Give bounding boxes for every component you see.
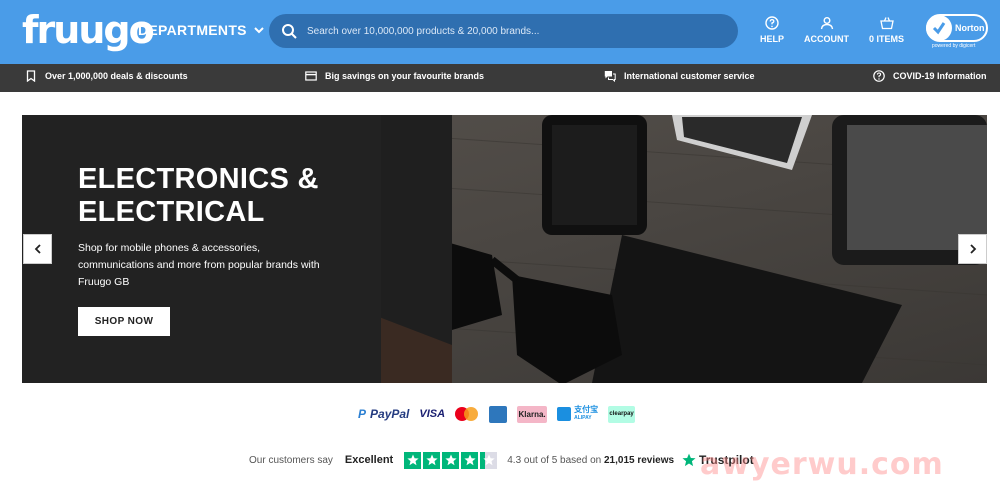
alipay-label: 支付宝 [574, 405, 599, 414]
paypal-p-icon: P [358, 407, 367, 421]
carousel-next-button[interactable] [958, 234, 987, 264]
departments-label: DEPARTMENTS [138, 22, 247, 38]
user-icon [820, 17, 833, 30]
star-icon [423, 451, 441, 469]
star-half-icon [480, 451, 498, 469]
info-item-deals[interactable]: Over 1,000,000 deals & discounts [25, 70, 188, 82]
hero-description: Shop for mobile phones & accessories, co… [78, 242, 320, 288]
hero-banner: ELECTRONICS & ELECTRICAL Shop for mobile… [22, 115, 987, 383]
help-link[interactable]: HELP [760, 16, 784, 44]
help-label: HELP [760, 34, 785, 44]
paypal-logo: P PayPal [358, 406, 409, 423]
info-item-covid[interactable]: COVID-19 Information [873, 70, 987, 82]
trust-reviews: 21,015 reviews [603, 454, 675, 466]
amex-logo [489, 405, 508, 423]
account-label: ACCOUNT [804, 34, 849, 44]
alipay-logo: 支付宝 ALIPAY [557, 406, 598, 423]
info-label: International customer service [624, 71, 755, 81]
star-icon [461, 451, 479, 469]
watermark: awyerwu.com [700, 447, 944, 482]
norton-sub: powered by digicert [932, 43, 976, 49]
search-icon[interactable] [281, 23, 297, 39]
clearpay-logo: clearpay [608, 405, 636, 423]
alipay-sub: ALIPAY [574, 415, 592, 421]
trust-verdict: Excellent [344, 454, 394, 466]
fruugo-logo[interactable]: fruugo [22, 6, 155, 54]
trustpilot-widget[interactable]: Our customers say Excellent 4.3 out of 5… [249, 450, 754, 470]
checkmark-icon [926, 15, 952, 41]
info-label: COVID-19 Information [893, 71, 987, 81]
chat-icon [604, 71, 616, 82]
card-icon [305, 71, 317, 81]
departments-menu[interactable]: DEPARTMENTS [138, 22, 265, 38]
trust-intro: Our customers say [249, 454, 333, 466]
trust-score-text: 4.3 out of 5 based on [507, 454, 602, 466]
help-icon [765, 16, 779, 30]
trustpilot-star-icon [682, 453, 696, 467]
chevron-down-icon [254, 27, 264, 34]
question-icon [873, 70, 885, 82]
mastercard-logo [455, 406, 479, 423]
trust-score: 4.3 out of 5 based on 21,015 reviews [507, 455, 674, 466]
chevron-right-icon [969, 244, 976, 254]
info-label: Big savings on your favourite brands [325, 71, 485, 81]
info-item-savings[interactable]: Big savings on your favourite brands [305, 70, 484, 82]
basket-label: 0 ITEMS [869, 34, 905, 44]
basket-link[interactable]: 0 ITEMS [869, 16, 904, 44]
star-icon [442, 451, 460, 469]
search-bar [269, 14, 738, 48]
paypal-label: PayPal [370, 407, 410, 421]
norton-badge[interactable]: Norton powered by digicert [926, 14, 988, 49]
info-label: Over 1,000,000 deals & discounts [45, 71, 188, 81]
info-bar: Over 1,000,000 deals & discounts Big sav… [0, 64, 1000, 92]
basket-icon [879, 17, 894, 30]
rating-stars [404, 451, 498, 469]
norton-label: Norton [955, 23, 985, 33]
klarna-logo: Klarna. [517, 405, 548, 423]
account-link[interactable]: ACCOUNT [804, 16, 849, 44]
site-header: fruugo DEPARTMENTS HELP ACCOUNT 0 ITEMS … [0, 0, 1000, 64]
payment-methods: P PayPal VISA Klarna. 支付宝 ALIPAY clearpa… [358, 405, 636, 423]
star-icon [404, 451, 422, 469]
search-input[interactable] [307, 25, 727, 37]
shop-now-button[interactable]: SHOP NOW [78, 307, 170, 336]
bookmark-icon [26, 70, 36, 82]
alipay-icon [557, 407, 572, 421]
chevron-left-icon [34, 244, 41, 254]
carousel-prev-button[interactable] [23, 234, 52, 264]
visa-logo: VISA [419, 408, 446, 420]
hero-title: ELECTRONICS & ELECTRICAL [78, 163, 319, 228]
info-item-service[interactable]: International customer service [604, 70, 755, 82]
